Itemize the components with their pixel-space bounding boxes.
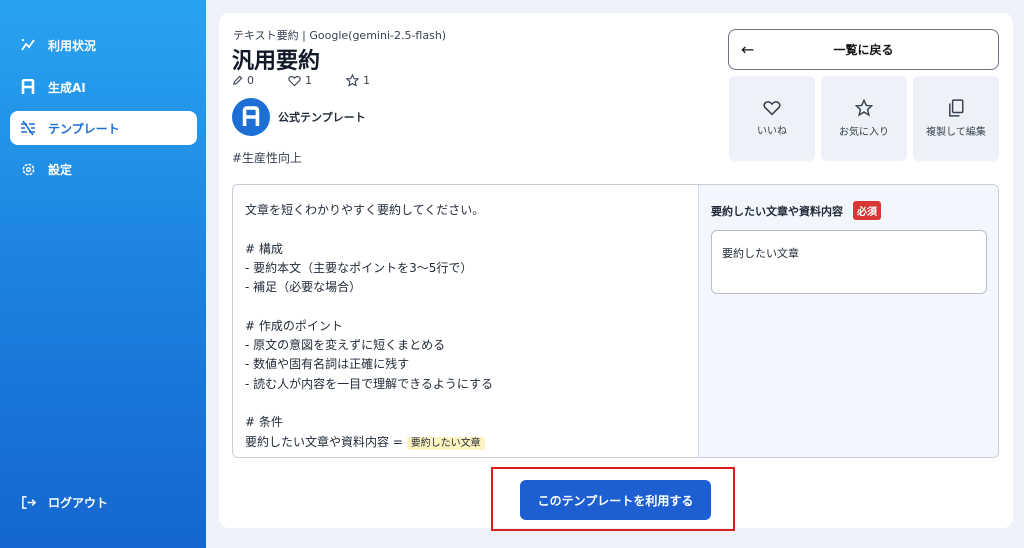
summary-text-input[interactable]: 要約したい文章 [711, 230, 987, 294]
sidebar-item-label: 利用状況 [48, 38, 97, 53]
edit-count: 0 [232, 74, 254, 87]
template-grid-icon [20, 120, 36, 136]
sidebar-item-templates[interactable]: テンプレート [10, 111, 197, 145]
prompt-condition-line: 要約したい文章や資料内容 = 要約したい文章 [245, 433, 698, 452]
copy-icon [949, 99, 964, 117]
ai-logo-icon [242, 106, 260, 126]
avatar [232, 98, 270, 136]
logout-button[interactable]: ログアウト [10, 485, 197, 519]
favorite-count: 1 [346, 74, 370, 87]
sidebar-item-usage[interactable]: 利用状況 [10, 28, 197, 62]
like-button[interactable]: いいね [729, 76, 815, 161]
variable-chip: 要約したい文章 [406, 436, 485, 450]
sidebar-item-settings[interactable]: 設定 [10, 152, 197, 186]
logout-icon [20, 494, 36, 510]
back-to-list-button[interactable]: ← 一覧に戻る [728, 29, 999, 70]
required-badge: 必須 [853, 201, 881, 220]
page-title: 汎用要約 [232, 49, 321, 74]
sidebar-item-ai[interactable]: 生成AI [10, 70, 197, 104]
logout-label: ログアウト [48, 495, 109, 510]
input-panel: 要約したい文章や資料内容 必須 要約したい文章 [698, 185, 998, 457]
use-template-button[interactable]: このテンプレートを利用する [520, 480, 711, 520]
star-icon [855, 99, 873, 117]
sidebar-item-label: テンプレート [48, 121, 120, 136]
author: 公式テンプレート [232, 98, 366, 136]
input-label: 要約したい文章や資料内容 必須 [711, 201, 881, 220]
sidebar: 利用状況 生成AI テンプレート 設定 ログアウト [0, 0, 206, 548]
pencil-icon [233, 75, 243, 85]
usage-chart-icon [20, 37, 36, 53]
template-stats: 0 1 1 [232, 74, 404, 87]
arrow-left-icon: ← [741, 40, 755, 59]
sidebar-item-label: 設定 [48, 162, 73, 177]
heart-icon [763, 101, 781, 116]
star-icon [346, 74, 359, 87]
template-content-panel: 文章を短くわかりやすく要約してください。 # 構成 - 要約本文（主要なポイント… [232, 184, 999, 458]
sidebar-item-label: 生成AI [48, 80, 86, 95]
heart-icon [288, 75, 301, 86]
tag[interactable]: #生産性向上 [232, 149, 302, 166]
breadcrumb: テキスト要約 | Google(gemini-2.5-flash) [233, 29, 447, 42]
author-name: 公式テンプレート [278, 111, 366, 124]
gear-icon [20, 161, 36, 177]
ai-logo-icon [20, 79, 36, 95]
duplicate-edit-button[interactable]: 複製して編集 [913, 76, 999, 161]
like-count: 1 [288, 74, 312, 87]
prompt-text: 文章を短くわかりやすく要約してください。 # 構成 - 要約本文（主要なポイント… [233, 185, 698, 457]
favorite-button[interactable]: お気に入り [821, 76, 907, 161]
